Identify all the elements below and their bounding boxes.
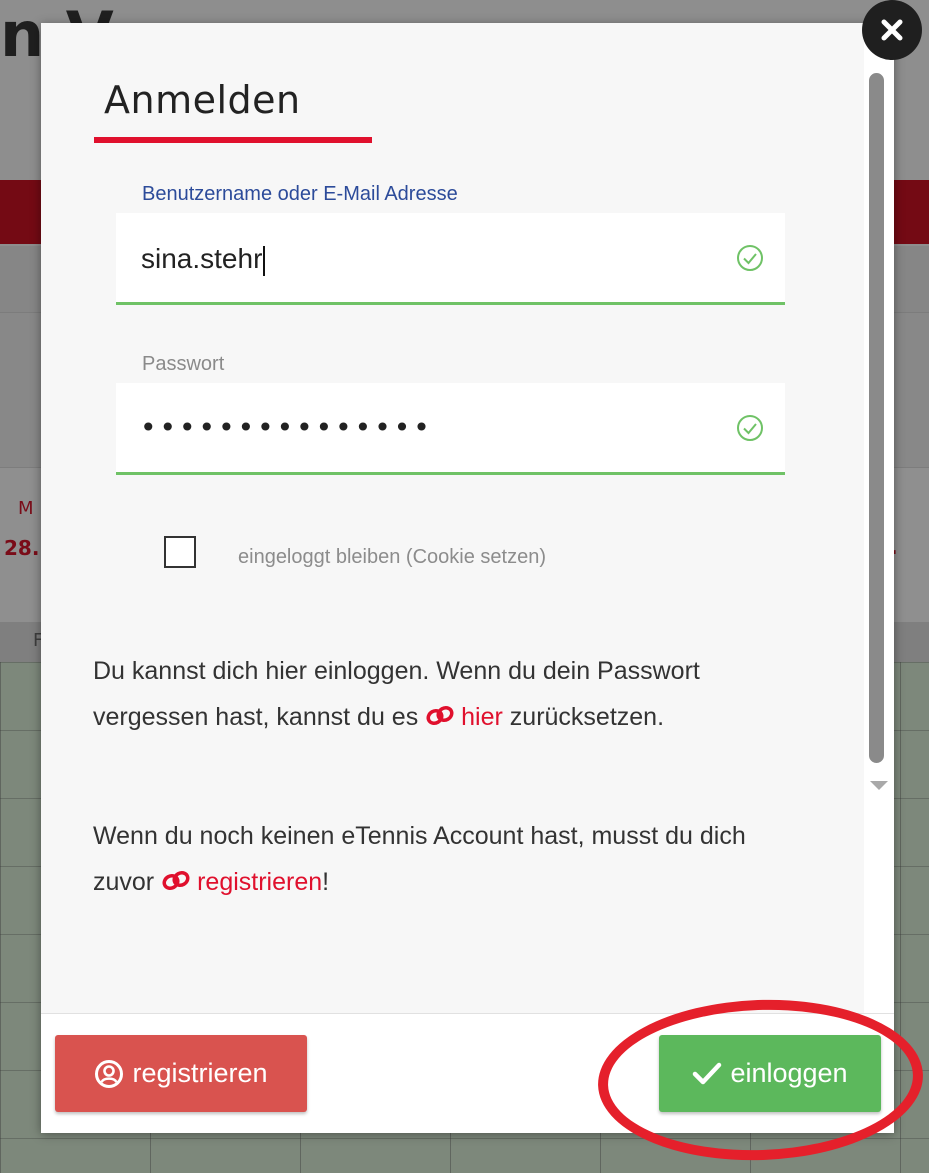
link-icon <box>162 870 190 891</box>
title-underline <box>94 137 372 143</box>
close-icon <box>881 19 903 41</box>
text-caret <box>263 245 266 276</box>
username-value[interactable]: sina.stehr <box>141 243 266 276</box>
password-value[interactable]: ••••••••••••••• <box>140 411 433 444</box>
register-button[interactable]: registrieren <box>55 1035 307 1112</box>
info-text-end: zurücksetzen. <box>502 703 665 731</box>
info-text-end: ! <box>322 868 330 896</box>
register-info: Wenn du noch keinen eTennis Account hast… <box>93 813 813 905</box>
login-modal: Anmelden Benutzername oder E-Mail Adress… <box>41 23 894 1133</box>
close-button[interactable] <box>862 0 922 60</box>
password-reset-info: Du kannst dich hier einloggen. Wenn du d… <box>93 648 813 740</box>
register-button-label: registrieren <box>132 1058 268 1088</box>
check-circle-icon <box>737 415 763 441</box>
scroll-down-arrow-icon[interactable] <box>870 781 888 790</box>
scrollbar-thumb[interactable] <box>869 73 884 763</box>
username-field[interactable]: sina.stehr <box>116 213 785 305</box>
remember-me-checkbox[interactable] <box>164 536 196 568</box>
user-circle-icon <box>95 1059 124 1088</box>
link-icon <box>426 705 454 726</box>
username-label: Benutzername oder E-Mail Adresse <box>142 183 458 205</box>
remember-me-label[interactable]: eingeloggt bleiben (Cookie setzen) <box>238 546 546 569</box>
modal-title: Anmelden <box>104 78 301 122</box>
check-circle-icon <box>737 245 763 271</box>
modal-body: Anmelden Benutzername oder E-Mail Adress… <box>41 23 864 1013</box>
background-red-date: 28. <box>4 536 40 560</box>
password-label: Passwort <box>142 353 225 375</box>
register-link[interactable]: registrieren <box>161 868 322 896</box>
background-red-text: M <box>18 498 34 519</box>
reset-password-link[interactable]: hier <box>425 703 503 731</box>
password-field[interactable]: ••••••••••••••• <box>116 383 785 475</box>
